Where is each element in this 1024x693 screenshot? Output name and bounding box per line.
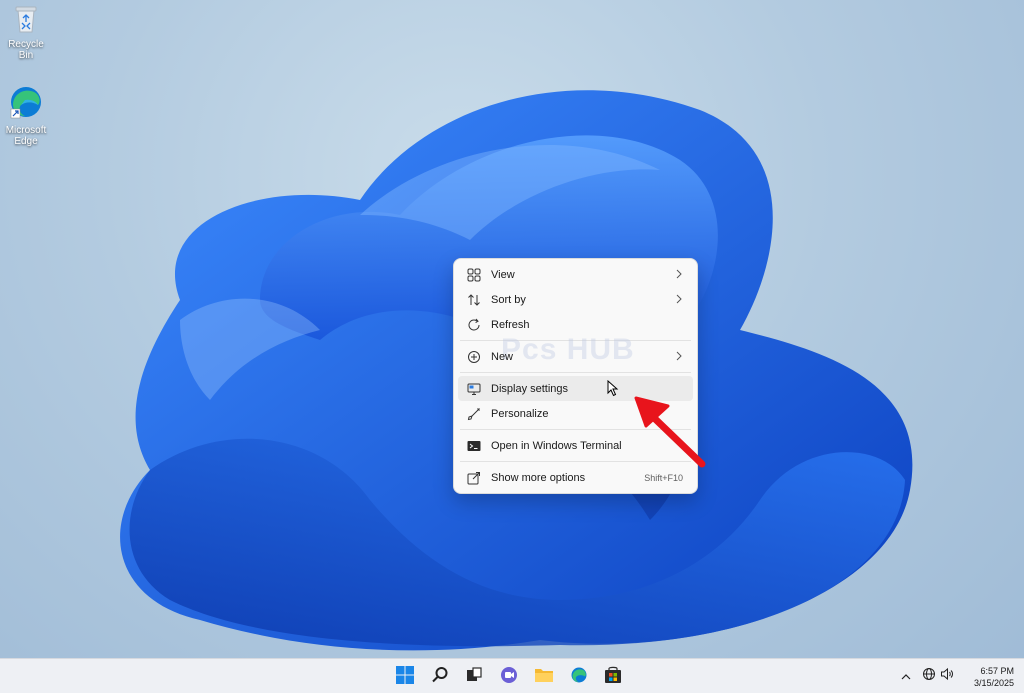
task-view-button[interactable] bbox=[460, 663, 488, 691]
annotation-arrow bbox=[634, 396, 706, 468]
volume-icon bbox=[940, 667, 954, 686]
menu-item-label: Display settings bbox=[491, 382, 569, 395]
menu-item-label: New bbox=[491, 350, 514, 363]
taskbar: 6:57 PM 3/15/2025 bbox=[0, 658, 1024, 693]
display-icon bbox=[466, 381, 482, 397]
menu-item-refresh[interactable]: Refresh bbox=[458, 312, 693, 337]
recycle-bin-icon bbox=[0, 4, 52, 37]
terminal-icon bbox=[466, 438, 482, 454]
edge-icon bbox=[0, 84, 52, 123]
menu-item-shortcut: Shift+F10 bbox=[644, 472, 683, 483]
menu-item-view[interactable]: View bbox=[458, 262, 693, 287]
menu-item-label: Personalize bbox=[491, 407, 549, 420]
menu-item-label: Show more options bbox=[491, 471, 586, 484]
search-icon bbox=[431, 666, 449, 689]
chevron-right-icon bbox=[675, 350, 683, 365]
plus-circle-icon bbox=[466, 349, 482, 365]
file-explorer-icon bbox=[534, 666, 554, 689]
search-button[interactable] bbox=[426, 663, 454, 691]
chat-icon bbox=[500, 666, 518, 689]
chevron-up-icon bbox=[901, 668, 911, 686]
desktop-icon-label: Recycle Bin bbox=[8, 39, 44, 61]
grid-icon bbox=[466, 267, 482, 283]
store-button[interactable] bbox=[599, 663, 627, 691]
refresh-icon bbox=[466, 317, 482, 333]
menu-item-new[interactable]: New bbox=[458, 344, 693, 369]
menu-item-label: View bbox=[491, 268, 515, 281]
task-view-icon bbox=[465, 666, 483, 689]
desktop-icon-recycle-bin[interactable]: Recycle Bin bbox=[0, 4, 52, 61]
store-icon bbox=[604, 666, 622, 689]
edge-icon bbox=[570, 666, 588, 689]
desktop-icon-microsoft-edge[interactable]: Microsoft Edge bbox=[0, 84, 52, 147]
menu-item-label: Refresh bbox=[491, 318, 530, 331]
brush-icon bbox=[466, 406, 482, 422]
tray-network-button[interactable] bbox=[920, 659, 938, 693]
mouse-cursor-icon bbox=[607, 379, 619, 400]
file-explorer-button[interactable] bbox=[530, 663, 558, 691]
taskbar-clock[interactable]: 6:57 PM 3/15/2025 bbox=[974, 665, 1014, 689]
chat-button[interactable] bbox=[495, 663, 523, 691]
chevron-right-icon bbox=[675, 293, 683, 308]
tray-volume-button[interactable] bbox=[938, 659, 956, 693]
clock-date: 3/15/2025 bbox=[973, 678, 1014, 688]
network-icon bbox=[922, 667, 936, 686]
menu-item-label: Sort by bbox=[491, 293, 526, 306]
sort-icon bbox=[466, 292, 482, 308]
start-button[interactable] bbox=[391, 663, 419, 691]
chevron-right-icon bbox=[675, 268, 683, 283]
start-icon bbox=[396, 665, 414, 689]
menu-separator bbox=[460, 372, 691, 373]
share-icon bbox=[466, 470, 482, 486]
menu-item-sort-by[interactable]: Sort by bbox=[458, 287, 693, 312]
clock-time: 6:57 PM bbox=[980, 666, 1014, 676]
tray-show-hidden-button[interactable] bbox=[898, 659, 914, 693]
desktop-icon-label: Microsoft Edge bbox=[5, 125, 47, 147]
menu-item-label: Open in Windows Terminal bbox=[491, 439, 622, 452]
edge-button[interactable] bbox=[565, 663, 593, 691]
